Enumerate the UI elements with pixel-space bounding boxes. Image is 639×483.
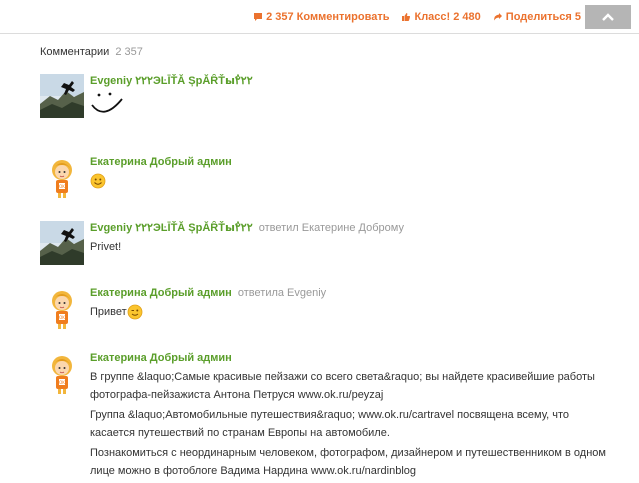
class-action-label: Класс! 2 480 — [414, 10, 481, 23]
author-avatar[interactable] — [40, 74, 84, 118]
reply-to-label: ответила Evgeniy — [237, 287, 327, 299]
share-arrow-icon — [493, 12, 502, 20]
comment-author[interactable]: Evgeniy ۲۲۲ЭĿĪŤĂ ȘрĂȒŤыٌ۲۲۲ — [90, 222, 253, 234]
reply-to-label: ответил Екатерине Доброму — [258, 222, 404, 234]
comment-author-line: Evgeniy ۲۲۲ЭĿĪŤĂ ȘрĂȒŤыٌ۲۲۲ ответил Екат… — [90, 221, 630, 235]
share-action-label: Поделиться 5 — [505, 10, 581, 23]
scroll-to-top-button[interactable] — [585, 5, 631, 29]
comment-item: Екатерина Добрый админ ответила Evgeniy … — [40, 286, 630, 330]
comment-paragraph: Привет — [90, 306, 127, 318]
comment-author[interactable]: Екатерина Добрый админ — [90, 352, 232, 364]
smiley-icon — [90, 173, 106, 189]
top-action-bar: 2 357 Комментировать Класс! 2 480 Подели… — [0, 0, 639, 34]
drawn-smile-icon — [91, 92, 123, 113]
comment-action-label: 2 357 Комментировать — [266, 10, 390, 23]
comment-paragraph: Познакомиться с неординарным человеком, … — [90, 447, 606, 477]
comment-author[interactable]: Екатерина Добрый админ — [90, 156, 232, 168]
comments-title: Комментарии — [40, 46, 110, 58]
comments-section: Комментарии 2 357 Evgeniy ۲۲۲ЭĿĪŤĂ ȘрĂȒŤ… — [40, 46, 630, 480]
chevron-up-icon — [602, 13, 614, 21]
comment-item: Evgeniy ۲۲۲ЭĿĪŤĂ ȘрĂȒŤыٌ۲۲۲ — [40, 74, 630, 130]
comment-author[interactable]: Екатерина Добрый админ — [90, 287, 232, 299]
comment-paragraph: Группа &laquo;Автомобильные путешествия&… — [90, 409, 569, 439]
comment-item: Екатерина Добрый админ — [40, 155, 630, 199]
author-avatar[interactable] — [40, 155, 84, 199]
comments-count-title: Комментарии 2 357 — [40, 46, 630, 58]
comment-item: Екатерина Добрый админ В группе &laquo;С… — [40, 351, 630, 480]
comment-paragraph: В группе &laquo;Самые красивые пейзажи с… — [90, 371, 595, 401]
author-avatar[interactable] — [40, 286, 84, 330]
comment-author-line: Екатерина Добрый админ — [90, 351, 630, 365]
speech-bubble-icon — [254, 12, 263, 21]
wink-icon — [127, 304, 143, 320]
class-action[interactable]: Класс! 2 480 — [401, 10, 481, 23]
author-avatar[interactable] — [40, 221, 84, 265]
comment-author-line: Екатерина Добрый админ — [90, 155, 630, 169]
author-avatar[interactable] — [40, 351, 84, 395]
topbar-actions: 2 357 Комментировать Класс! 2 480 Подели… — [253, 0, 581, 33]
comment-paragraph: Privet! — [90, 241, 122, 253]
comment-text: Privet! — [90, 238, 630, 256]
comment-text — [90, 172, 630, 190]
comment-author-line: Evgeniy ۲۲۲ЭĿĪŤĂ ȘрĂȒŤыٌ۲۲۲ — [90, 74, 630, 88]
comment-author-line: Екатерина Добрый админ ответила Evgeniy — [90, 286, 630, 300]
share-action[interactable]: Поделиться 5 — [493, 11, 581, 23]
comment-item: Evgeniy ۲۲۲ЭĿĪŤĂ ȘрĂȒŤыٌ۲۲۲ ответил Екат… — [40, 221, 630, 265]
comment-author[interactable]: Evgeniy ۲۲۲ЭĿĪŤĂ ȘрĂȒŤыٌ۲۲۲ — [90, 75, 253, 87]
comment-action[interactable]: 2 357 Комментировать — [253, 11, 389, 23]
comment-text: В группе &laquo;Самые красивые пейзажи с… — [90, 368, 610, 480]
comments-count: 2 357 — [115, 46, 143, 58]
comment-text — [90, 91, 630, 125]
thumbs-up-icon — [402, 12, 411, 21]
comment-text: Привет — [90, 303, 630, 321]
